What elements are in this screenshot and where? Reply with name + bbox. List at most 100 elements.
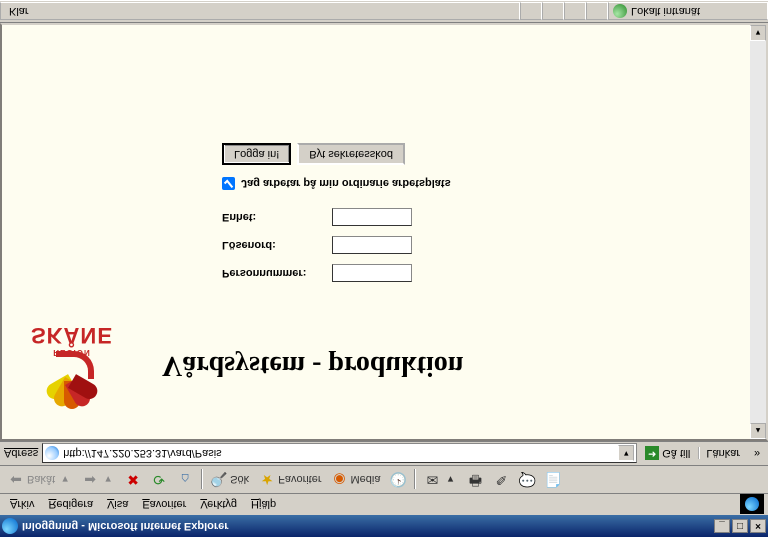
menu-arkiv[interactable]: Arkiv [4, 497, 40, 513]
star-icon: ★ [259, 472, 275, 488]
window-title: Inloggning - Microsoft Internet Explorer [22, 520, 712, 532]
go-label: Gå till [662, 448, 690, 460]
favorites-label: Favoriter [278, 474, 321, 486]
status-pane-1 [520, 3, 542, 21]
back-arrow-icon: ⬅ [8, 472, 24, 488]
address-field[interactable]: ▾ [42, 444, 637, 464]
status-pane-2 [542, 3, 564, 21]
status-pane-4 [586, 3, 608, 21]
edit-icon: ✎ [493, 472, 509, 488]
media-label: Media [351, 474, 381, 486]
stop-button[interactable]: ✖ [121, 469, 145, 491]
ordinarie-label: Jag arbetar på min ordinarie arbetsplats [241, 178, 451, 190]
home-icon: ⌂ [177, 472, 193, 488]
address-dropdown-button[interactable]: ▾ [618, 446, 634, 462]
enhet-row: Enhet: [222, 208, 746, 226]
losenord-label: Lösenord: [222, 239, 332, 251]
chevron-down-icon: ▾ [443, 473, 457, 486]
scroll-up-button[interactable]: ▴ [750, 423, 766, 439]
forward-arrow-icon: ➡ [82, 472, 98, 488]
menu-redigera[interactable]: Redigera [42, 497, 99, 513]
fan-icon [42, 359, 102, 409]
ie-icon [2, 518, 18, 534]
personnummer-input[interactable] [332, 264, 412, 282]
security-zone-pane: Lokalt intranät [608, 3, 768, 21]
statusbar: Klar Lokalt intranät [0, 1, 768, 23]
search-label: Sök [230, 474, 249, 486]
links-label[interactable]: Länkar [698, 448, 746, 460]
refresh-icon: ⟳ [151, 472, 167, 488]
minimize-button[interactable]: _ [714, 519, 730, 533]
history-icon: 🕑 [390, 472, 406, 488]
history-button[interactable]: 🕑 [386, 469, 410, 491]
ordinarie-row: Jag arbetar på min ordinarie arbetsplats [222, 177, 746, 190]
close-button[interactable]: × [750, 519, 766, 533]
media-button[interactable]: ◉ Media [328, 469, 385, 491]
window-titlebar: Inloggning - Microsoft Internet Explorer… [0, 515, 768, 537]
mail-icon: ✉ [424, 472, 440, 488]
chevron-down-icon: ▾ [101, 473, 115, 486]
related-icon: 📄 [545, 472, 561, 488]
login-form: Personnummer: Lösenord: Enhet: Jag arbet… [222, 143, 746, 282]
button-row: Logga in! Byt sekretesskod [222, 143, 746, 165]
media-icon: ◉ [332, 472, 348, 488]
scroll-down-button[interactable]: ▾ [750, 25, 766, 41]
mail-button[interactable]: ✉▾ [420, 469, 461, 491]
chevron-right-icon[interactable]: » [750, 448, 764, 460]
page-icon [45, 447, 59, 461]
vertical-scrollbar[interactable]: ▴ ▾ [750, 25, 766, 439]
enhet-label: Enhet: [222, 211, 332, 223]
personnummer-label: Personnummer: [222, 267, 332, 279]
favorites-button[interactable]: ★ Favoriter [255, 469, 325, 491]
back-button[interactable]: ⬅ Bakåt ▾ [4, 469, 76, 491]
region-skane-logo: REGION SKÅNE [22, 322, 122, 409]
menu-visa[interactable]: Visa [101, 497, 134, 513]
refresh-button[interactable]: ⟳ [147, 469, 171, 491]
search-icon: 🔍 [211, 472, 227, 488]
home-button[interactable]: ⌂ [173, 469, 197, 491]
toolbar: ⬅ Bakåt ▾ ➡ ▾ ✖ ⟳ ⌂ 🔍 Sök ★ Favoriter ◉ … [0, 465, 768, 493]
related-button[interactable]: 📄 [541, 469, 565, 491]
go-button[interactable]: ➜ Gå till [641, 447, 694, 461]
forward-button[interactable]: ➡ ▾ [78, 469, 119, 491]
page-header: REGION SKÅNE Vårdsystem - produktion [22, 322, 746, 409]
toolbar-separator [414, 470, 416, 490]
ordinarie-checkbox[interactable] [222, 177, 235, 190]
menu-favoriter[interactable]: Eavoriter [136, 497, 192, 513]
edit-button[interactable]: ✎ [489, 469, 513, 491]
url-input[interactable] [63, 448, 614, 460]
page-heading: Vårdsystem - produktion [162, 350, 463, 382]
discuss-button[interactable]: 💬 [515, 469, 539, 491]
enhet-input[interactable] [332, 208, 412, 226]
login-button[interactable]: Logga in! [222, 143, 291, 165]
scroll-track[interactable] [750, 41, 766, 423]
stop-icon: ✖ [125, 472, 141, 488]
logo-skane-text: SKÅNE [22, 322, 122, 348]
discuss-icon: 💬 [519, 472, 535, 488]
chevron-down-icon: ▾ [58, 473, 72, 486]
addressbar: Adress ▾ ➜ Gå till Länkar » [0, 441, 768, 465]
zone-text: Lokalt intranät [631, 6, 700, 18]
change-secret-button[interactable]: Byt sekretesskod [297, 143, 405, 165]
menubar: Arkiv Redigera Visa Eavoriter Verktyg Hj… [0, 493, 768, 515]
print-button[interactable]: 🖶 [463, 469, 487, 491]
ie-throbber-icon [740, 495, 764, 515]
personnummer-row: Personnummer: [222, 264, 746, 282]
content-area: REGION SKÅNE Vårdsystem - produktion Per… [0, 23, 768, 441]
login-page: REGION SKÅNE Vårdsystem - produktion Per… [2, 123, 766, 439]
go-arrow-icon: ➜ [645, 447, 659, 461]
back-label: Bakåt [27, 474, 55, 486]
status-pane-3 [564, 3, 586, 21]
losenord-input[interactable] [332, 236, 412, 254]
losenord-row: Lösenord: [222, 236, 746, 254]
print-icon: 🖶 [467, 472, 483, 488]
zone-icon [613, 5, 627, 19]
search-button[interactable]: 🔍 Sök [207, 469, 253, 491]
address-label: Adress [4, 448, 38, 460]
status-pane: Klar [0, 3, 520, 21]
status-text: Klar [9, 6, 29, 18]
toolbar-separator [201, 470, 203, 490]
maximize-button[interactable]: □ [732, 519, 748, 533]
menu-verktyg[interactable]: Verktyg [194, 497, 243, 513]
menu-hjalp[interactable]: Hjälp [245, 497, 282, 513]
